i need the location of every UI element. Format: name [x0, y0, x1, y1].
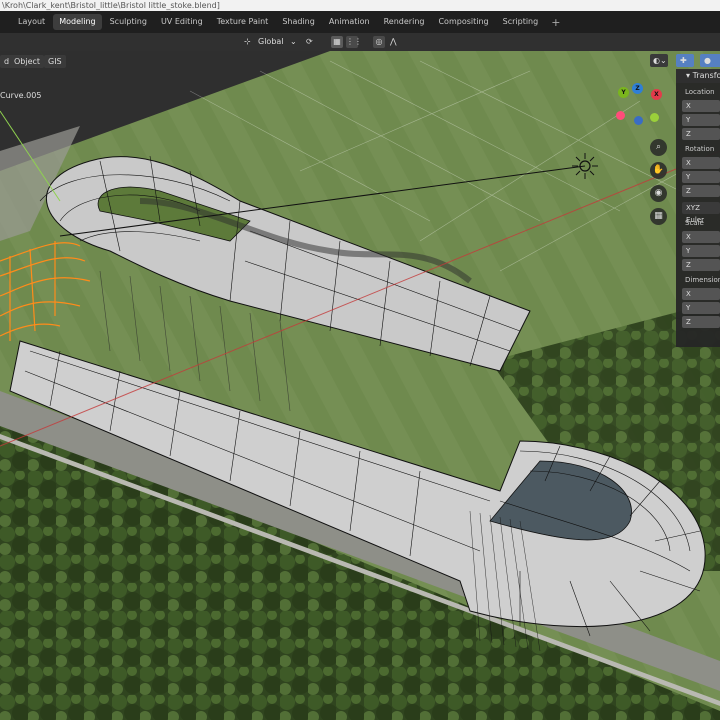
scale-label: Scale [685, 219, 704, 227]
tab-rendering[interactable]: Rendering [378, 14, 431, 30]
proportional-edit-icon[interactable]: ◎ [373, 36, 385, 48]
viewport-scene [0, 51, 720, 720]
shading-toggle-icon[interactable]: ● [700, 54, 720, 67]
tab-modeling[interactable]: Modeling [53, 14, 102, 30]
pan-hand-icon[interactable]: ✋ [650, 162, 667, 179]
tab-uv-editing[interactable]: UV Editing [155, 14, 209, 30]
panel-title[interactable]: ▾ Transform [676, 69, 720, 83]
view-navigation-buttons: ⌕ ✋ ◉ ▦ [650, 139, 668, 231]
location-z-field[interactable]: Z [682, 128, 720, 140]
object-menu[interactable]: Object [10, 55, 45, 68]
gizmo-y-axis[interactable]: Y [618, 87, 629, 98]
orientation-icon[interactable]: ⊹ [244, 36, 251, 48]
dimensions-y-field[interactable]: Y [682, 302, 720, 314]
workspace-tabbar: Layout Modeling Sculpting UV Editing Tex… [0, 11, 720, 33]
location-label: Location [685, 88, 715, 96]
gizmo-toggle-icon[interactable]: ✚ [676, 54, 694, 67]
tab-texture-paint[interactable]: Texture Paint [211, 14, 275, 30]
gizmo-neg-z[interactable] [634, 116, 643, 125]
camera-view-icon[interactable]: ◉ [650, 185, 667, 202]
perspective-toggle-icon[interactable]: ▦ [650, 208, 667, 225]
zoom-icon[interactable]: ⌕ [650, 139, 667, 156]
overlay-toggle-icon[interactable]: ◐⌄ [650, 54, 668, 67]
gizmo-neg-x[interactable] [616, 111, 625, 120]
rotation-mode-dropdown[interactable]: XYZ Euler [682, 202, 720, 224]
rotation-x-field[interactable]: X [682, 157, 720, 169]
tab-layout[interactable]: Layout [12, 14, 51, 30]
3d-viewport[interactable]: d Object GIS Curve.005 ◐⌄ ✚ ● Z X Y ⌕ ✋ … [0, 51, 720, 720]
scale-x-field[interactable]: X [682, 231, 720, 243]
scale-y-field[interactable]: Y [682, 245, 720, 257]
tab-scripting[interactable]: Scripting [497, 14, 545, 30]
tool-settings-bar: ⊹ Global ⌄ ⟳ ▦ ⋮⋮ ◎ ⋀ [0, 33, 720, 51]
chevron-down-icon[interactable]: ⌄ [290, 36, 297, 48]
add-workspace-button[interactable]: + [546, 16, 565, 29]
navigation-gizmo[interactable]: Z X Y [616, 81, 668, 133]
tab-animation[interactable]: Animation [323, 14, 376, 30]
dimensions-label: Dimensions [685, 276, 720, 284]
active-object-label: Curve.005 [0, 91, 42, 100]
location-y-field[interactable]: Y [682, 114, 720, 126]
location-x-field[interactable]: X [682, 100, 720, 112]
rotation-z-field[interactable]: Z [682, 185, 720, 197]
gis-menu[interactable]: GIS [44, 55, 66, 68]
gizmo-x-axis[interactable]: X [651, 89, 662, 100]
tab-sculpting[interactable]: Sculpting [104, 14, 153, 30]
snap-target-icon[interactable]: ⋮⋮ [346, 36, 362, 48]
dimensions-z-field[interactable]: Z [682, 316, 720, 328]
scale-z-field[interactable]: Z [682, 259, 720, 271]
snap-toggle-icon[interactable]: ▦ [331, 36, 343, 48]
window-title: \Kroh\Clark_kent\Bristol_little\Bristol … [0, 0, 720, 11]
rotation-label: Rotation [685, 145, 715, 153]
orientation-dropdown[interactable]: Global [258, 36, 284, 48]
tab-compositing[interactable]: Compositing [432, 14, 494, 30]
falloff-icon[interactable]: ⋀ [390, 36, 397, 48]
pivot-icon[interactable]: ⟳ [306, 36, 313, 48]
sidebar-transform-panel: ▾ Transform Location X Y Z Rotation X Y … [676, 69, 720, 347]
tab-shading[interactable]: Shading [276, 14, 321, 30]
gizmo-z-axis[interactable]: Z [632, 83, 643, 94]
dimensions-x-field[interactable]: X [682, 288, 720, 300]
gizmo-neg-y[interactable] [650, 113, 659, 122]
rotation-y-field[interactable]: Y [682, 171, 720, 183]
